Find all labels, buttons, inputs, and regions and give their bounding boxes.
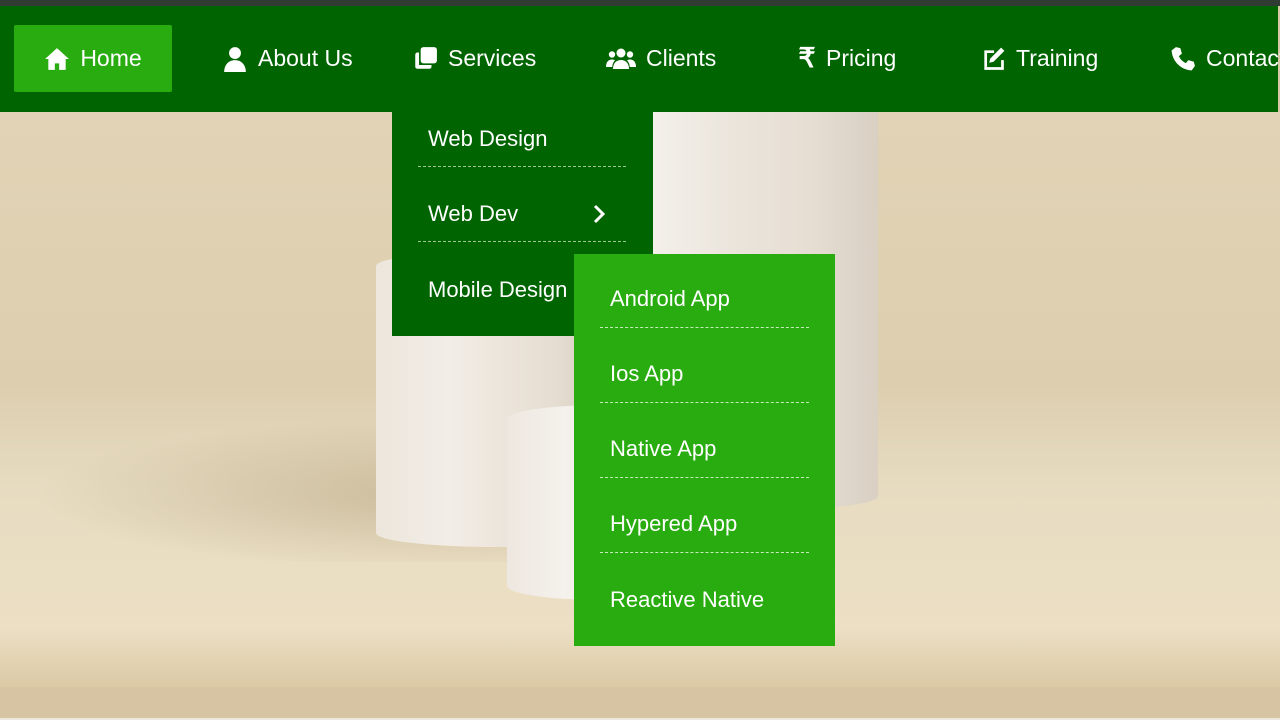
chevron-right-icon [592,204,606,224]
dropdown-item-label: Web Design [428,126,548,151]
submenu-item-reactive-native[interactable]: Reactive Native [600,571,809,628]
submenu-item-label: Android App [610,286,730,311]
submenu-item-label: Reactive Native [610,586,765,612]
dropdown-item-label: Web Dev [428,201,519,226]
nav-item-label: Home [80,45,142,71]
main-navbar: Home About Us Services Clients ₹ Pricing… [0,6,1280,112]
nav-item-label: Contact [1206,45,1280,71]
submenu-item-native-app[interactable]: Native App [600,421,809,478]
nav-item-label: Clients [646,45,717,71]
dropdown-item-label: Mobile Design [428,276,568,302]
users-icon [606,46,636,72]
nav-item-label: Training [1016,45,1099,71]
phone-icon [1170,46,1196,72]
copy-icon [412,46,438,72]
rupee-icon: ₹ [798,43,816,73]
dropdown-item-web-dev[interactable]: Web Dev [418,187,626,242]
submenu-item-android-app[interactable]: Android App [600,271,809,328]
submenu-item-label: Hypered App [610,511,738,536]
nav-item-home[interactable]: Home [14,25,172,92]
submenu-item-label: Ios App [610,361,684,386]
home-icon [44,46,70,72]
nav-item-pricing[interactable]: ₹ Pricing [798,25,896,92]
edit-icon [980,46,1006,72]
nav-item-label: Pricing [826,45,897,71]
nav-item-label: Services [448,45,537,71]
nav-item-training[interactable]: Training [980,25,1098,92]
nav-item-clients[interactable]: Clients [606,25,716,92]
submenu-item-hypered-app[interactable]: Hypered App [600,496,809,553]
submenu-item-label: Native App [610,436,717,461]
dropdown-item-web-design[interactable]: Web Design [418,112,626,167]
user-icon [222,46,248,72]
submenu-item-ios-app[interactable]: Ios App [600,346,809,403]
mobile-design-submenu: Android App Ios App Native App Hypered A… [574,254,835,646]
nav-item-services[interactable]: Services [412,25,536,92]
nav-item-about-us[interactable]: About Us [222,25,353,92]
nav-item-label: About Us [258,45,353,71]
nav-item-contact[interactable]: Contact [1170,25,1280,92]
bottom-strip [0,687,1280,720]
